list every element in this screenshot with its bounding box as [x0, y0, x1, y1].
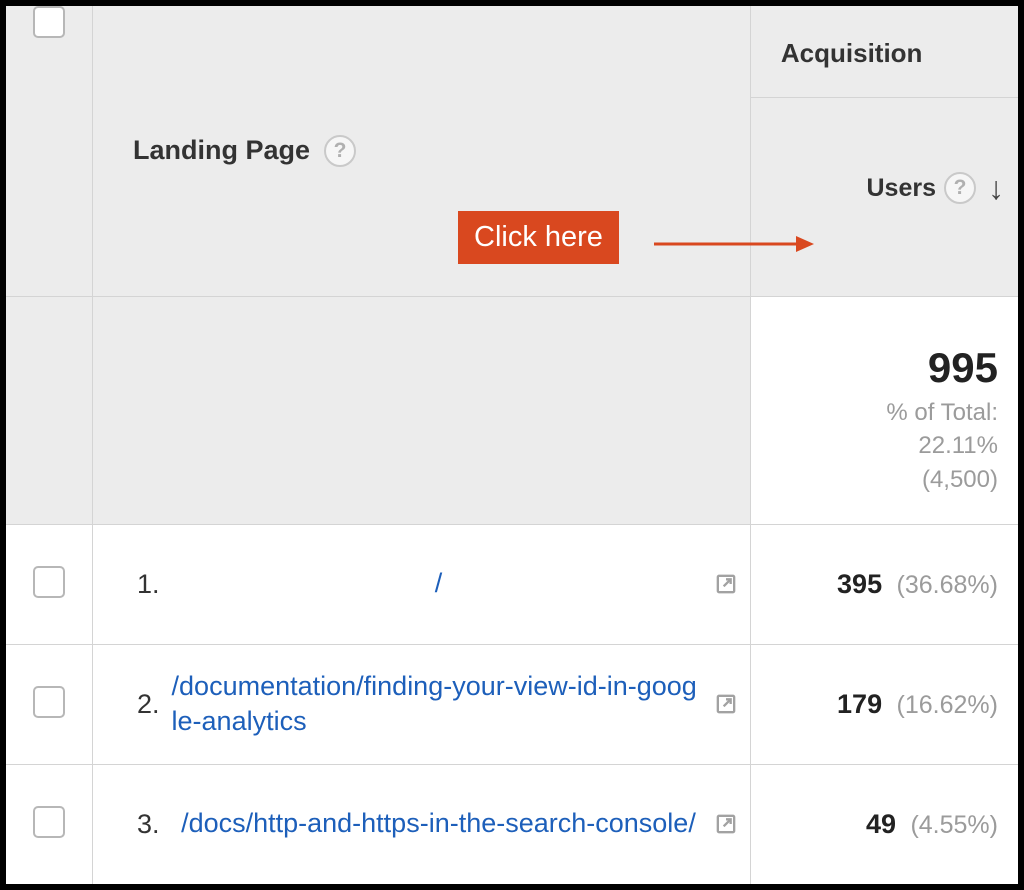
summary-baseline: (4,500)	[751, 463, 998, 497]
row-users-pct: (36.68%)	[897, 571, 998, 599]
row-users-cell: 179 (16.62%)	[750, 644, 1018, 764]
summary-users-cell: 995 % of Total: 22.11% (4,500)	[750, 296, 1018, 524]
row-checkbox[interactable]	[33, 566, 65, 598]
row-index: 2.	[115, 689, 160, 720]
row-landing-cell: 1. /	[93, 524, 751, 644]
landing-page-link[interactable]: /documentation/finding-your-view-id-in-g…	[172, 669, 700, 739]
landing-page-header-label: Landing Page	[133, 135, 310, 166]
acquisition-group-header: Acquisition	[751, 6, 1018, 98]
row-users-value: 49	[866, 809, 896, 839]
summary-users-total: 995	[751, 344, 998, 392]
summary-landing-cell	[93, 296, 751, 524]
table-row: 1. / 395 (36.68%)	[6, 524, 1018, 644]
landing-pages-table: Landing Page ? Acquisition Users ? ↓	[6, 6, 1018, 885]
table-row: 3. /docs/http-and-https-in-the-search-co…	[6, 764, 1018, 884]
row-users-cell: 49 (4.55%)	[750, 764, 1018, 884]
row-users-value: 179	[837, 689, 882, 719]
open-external-icon[interactable]	[712, 810, 740, 838]
header-checkbox-cell	[6, 6, 93, 296]
table-row: 2. /documentation/finding-your-view-id-i…	[6, 644, 1018, 764]
landing-page-link[interactable]: /	[435, 566, 443, 601]
row-checkbox-cell	[6, 524, 93, 644]
summary-pct-label: % of Total:	[751, 396, 998, 430]
select-all-checkbox[interactable]	[33, 6, 65, 38]
summary-pct-value: 22.11%	[751, 429, 998, 463]
annotation-arrow-icon	[654, 232, 814, 256]
open-external-icon[interactable]	[712, 690, 740, 718]
sort-descending-icon: ↓	[988, 172, 1004, 204]
help-icon[interactable]: ?	[944, 172, 976, 204]
row-index: 3.	[115, 809, 165, 840]
row-users-pct: (4.55%)	[910, 811, 998, 839]
landing-page-link[interactable]: /docs/http-and-https-in-the-search-conso…	[181, 806, 696, 841]
header-landing-page-cell[interactable]: Landing Page ?	[93, 6, 751, 296]
annotation-label: Click here	[458, 211, 619, 264]
open-external-icon[interactable]	[712, 570, 740, 598]
users-column-header[interactable]: Users ? ↓	[751, 98, 1018, 288]
row-checkbox[interactable]	[33, 806, 65, 838]
row-users-value: 395	[837, 569, 882, 599]
help-icon[interactable]: ?	[324, 135, 356, 167]
row-landing-cell: 3. /docs/http-and-https-in-the-search-co…	[93, 764, 751, 884]
row-checkbox[interactable]	[33, 686, 65, 718]
summary-checkbox-cell	[6, 296, 93, 524]
row-users-cell: 395 (36.68%)	[750, 524, 1018, 644]
row-landing-cell: 2. /documentation/finding-your-view-id-i…	[93, 644, 751, 764]
row-users-pct: (16.62%)	[897, 691, 998, 719]
row-index: 1.	[115, 569, 165, 600]
annotation-text: Click here	[474, 221, 603, 253]
users-header-label: Users	[867, 174, 937, 203]
